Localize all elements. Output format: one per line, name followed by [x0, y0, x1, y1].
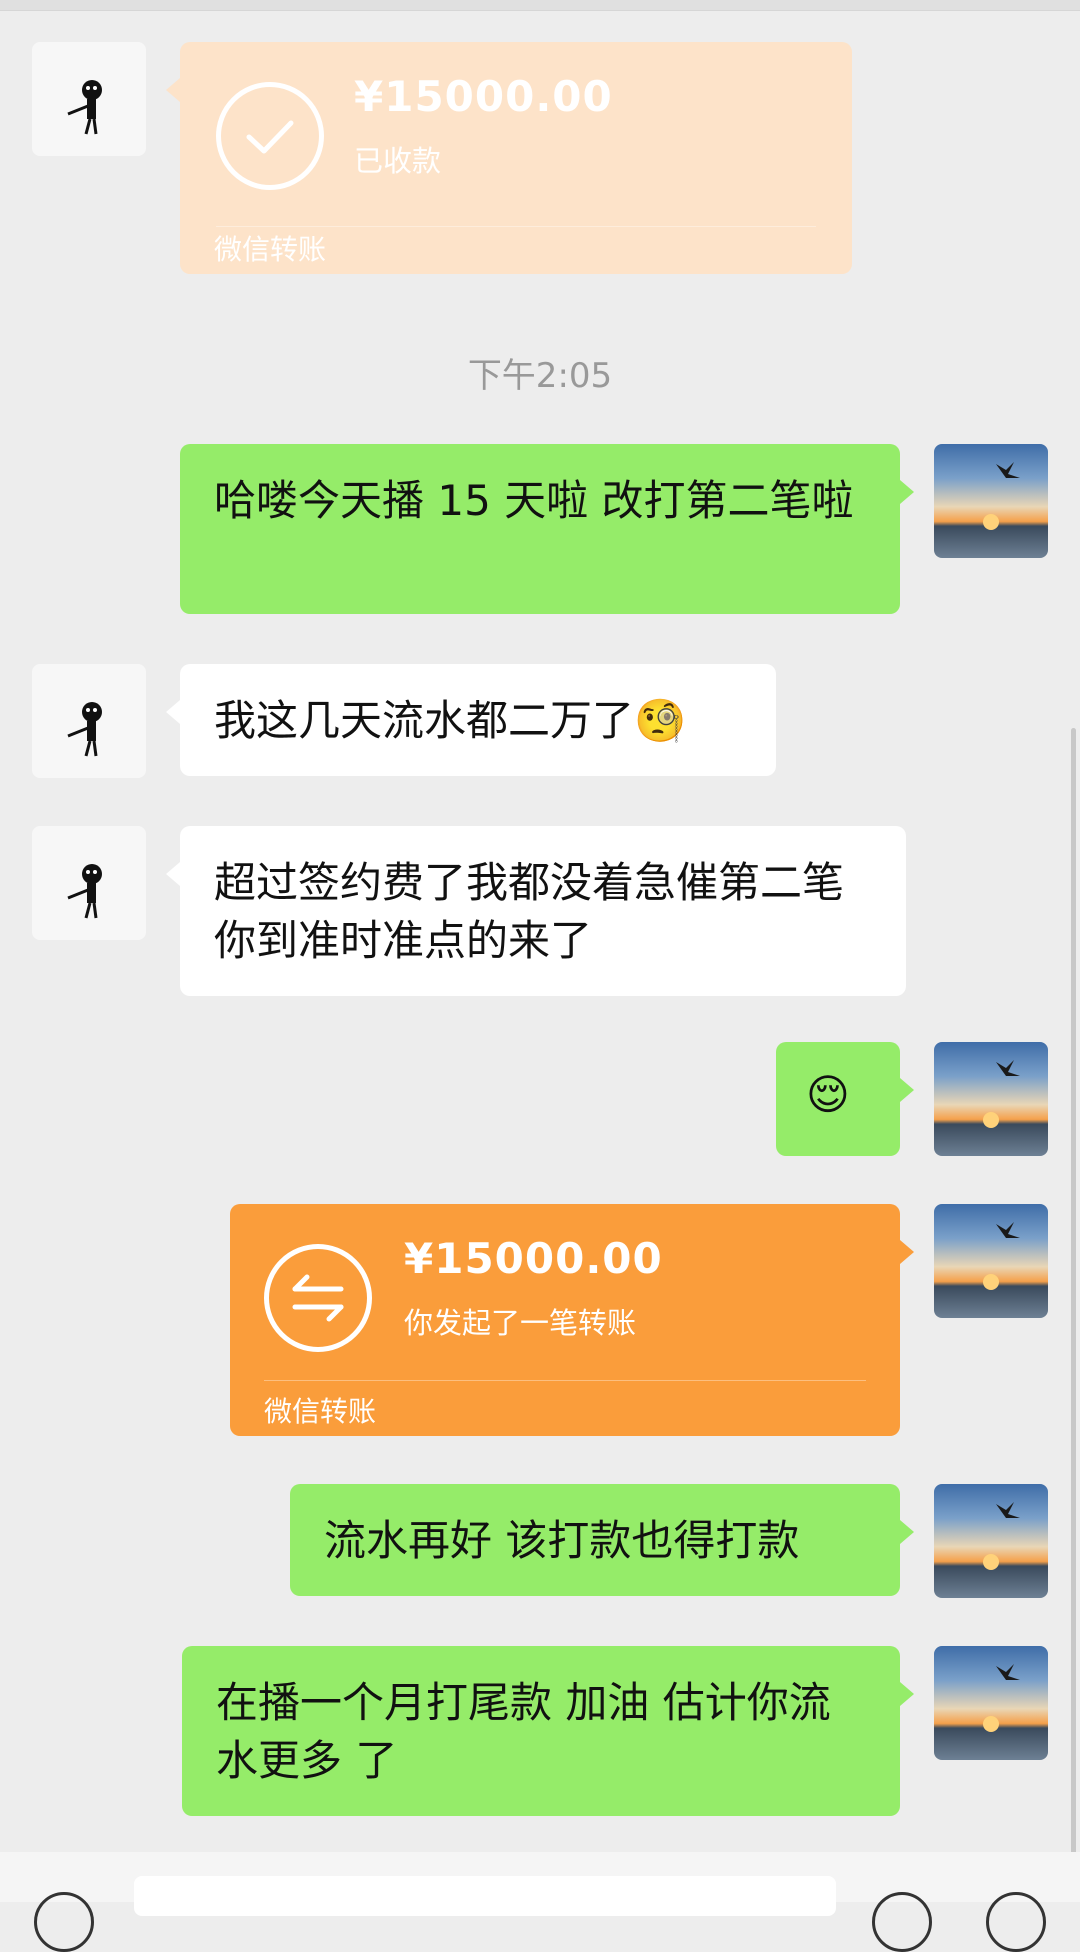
divider — [216, 226, 816, 227]
add-icon[interactable] — [986, 1892, 1046, 1952]
message-text: 在播一个月打尾款 加油 估计你流水更多 了 — [216, 1678, 831, 1785]
top-divider — [0, 0, 1080, 11]
message-input[interactable] — [134, 1876, 836, 1916]
voice-icon[interactable] — [34, 1892, 94, 1952]
message-text: 超过签约费了我都没着急催第二笔你到准时准点的来了 — [214, 858, 845, 965]
transfer-brand: 微信转账 — [264, 1395, 377, 1428]
message-bubble-received[interactable]: 超过签约费了我都没着急催第二笔你到准时准点的来了 — [166, 826, 906, 996]
my-avatar[interactable] — [934, 1204, 1048, 1318]
friend-avatar[interactable] — [32, 664, 146, 778]
transfer-amount: ¥15000.00 — [404, 1234, 663, 1283]
friend-avatar[interactable] — [32, 826, 146, 940]
message-bubble-sent[interactable]: 流水再好 该打款也得打款 — [290, 1484, 914, 1596]
divider — [264, 1380, 866, 1381]
message-text: 流水再好 该打款也得打款 — [324, 1516, 800, 1565]
my-avatar[interactable] — [934, 1042, 1048, 1156]
transfer-amount: ¥15000.00 — [354, 72, 613, 121]
sent-transfer-card[interactable]: ¥15000.00 你发起了一笔转账 微信转账 — [230, 1204, 914, 1436]
message-timestamp: 下午2:05 — [467, 356, 613, 396]
message-text: 我这几天流水都二万了🧐 — [214, 696, 687, 745]
scrollbar[interactable] — [1071, 728, 1076, 1858]
message-text: 哈喽今天播 15 天啦 改打第二笔啦 — [214, 476, 854, 525]
transfer-status: 你发起了一笔转账 — [404, 1306, 637, 1340]
friend-avatar[interactable] — [32, 42, 146, 156]
input-toolbar — [0, 1852, 1080, 1952]
message-bubble-sent[interactable]: 😌 — [776, 1042, 914, 1156]
message-text: 😌 — [806, 1070, 850, 1119]
message-bubble-received[interactable]: 我这几天流水都二万了🧐 — [166, 664, 776, 776]
received-transfer-card[interactable]: ¥15000.00 已收款 微信转账 — [166, 42, 852, 274]
message-bubble-sent[interactable]: 哈喽今天播 15 天啦 改打第二笔啦 — [180, 444, 914, 614]
check-circle-icon — [216, 82, 324, 190]
my-avatar[interactable] — [934, 1484, 1048, 1598]
my-avatar[interactable] — [934, 444, 1048, 558]
transfer-brand: 微信转账 — [214, 233, 327, 266]
message-bubble-sent[interactable]: 在播一个月打尾款 加油 估计你流水更多 了 — [182, 1646, 914, 1816]
my-avatar[interactable] — [934, 1646, 1048, 1760]
emoji-icon[interactable] — [872, 1892, 932, 1952]
transfer-status: 已收款 — [354, 144, 442, 178]
transfer-arrows-icon — [264, 1244, 372, 1352]
